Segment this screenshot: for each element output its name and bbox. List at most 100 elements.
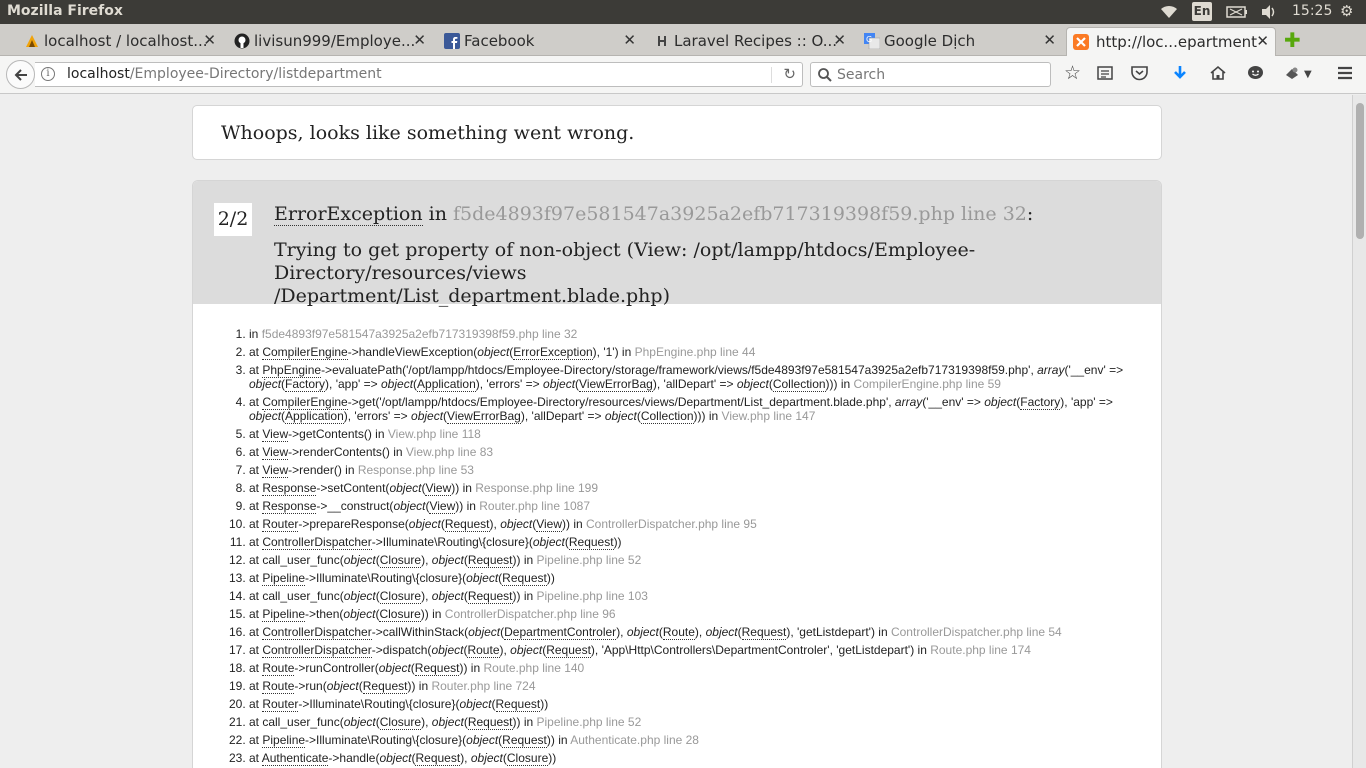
volume-icon[interactable] bbox=[1260, 4, 1278, 20]
trace-class-name[interactable]: Closure bbox=[506, 751, 549, 766]
trace-class-name[interactable]: Request bbox=[495, 697, 541, 712]
scrollbar-thumb[interactable] bbox=[1356, 103, 1364, 239]
trace-class-name[interactable]: Factory bbox=[1020, 395, 1061, 410]
clock[interactable]: 15:25 bbox=[1292, 3, 1332, 19]
trace-class-name[interactable]: Collection bbox=[640, 409, 694, 424]
trace-class-name[interactable]: Route bbox=[262, 679, 295, 694]
trace-class-name[interactable]: Closure bbox=[379, 715, 422, 730]
trace-class-name[interactable]: ControllerDispatcher bbox=[262, 625, 372, 640]
trace-class-name[interactable]: Closure bbox=[379, 553, 422, 568]
trace-class-name[interactable]: Response bbox=[262, 499, 317, 514]
trace-class-name[interactable]: Pipeline bbox=[262, 571, 306, 586]
keyboard-layout-indicator[interactable]: En bbox=[1192, 2, 1212, 21]
trace-class-name[interactable]: Closure bbox=[379, 607, 421, 622]
tab-close-icon[interactable]: ✕ bbox=[623, 31, 636, 49]
tab-close-icon[interactable]: ✕ bbox=[203, 31, 216, 49]
trace-class-name[interactable]: Request bbox=[415, 751, 461, 766]
trace-class-name[interactable]: View bbox=[429, 499, 456, 514]
trace-class-name[interactable]: Router bbox=[262, 517, 299, 532]
trace-class-name[interactable]: Request bbox=[568, 535, 614, 550]
trace-text: ->run( bbox=[294, 679, 327, 693]
tab-github[interactable]: livisun999/Employe... ✕ bbox=[230, 27, 432, 56]
trace-class-name[interactable]: Pipeline bbox=[262, 733, 306, 748]
home-icon[interactable] bbox=[1210, 65, 1226, 81]
trace-class-name[interactable]: Request bbox=[502, 733, 547, 748]
trace-class-name[interactable]: Request bbox=[467, 715, 513, 730]
stack-trace-item: in f5de4893f97e581547a3925a2efb717319398… bbox=[249, 327, 1129, 341]
trace-class-name[interactable]: CompilerEngine bbox=[262, 345, 348, 360]
tab-close-icon[interactable]: ✕ bbox=[833, 31, 846, 49]
trace-class-name[interactable]: Response bbox=[262, 481, 317, 496]
tab-close-icon[interactable]: ✕ bbox=[1256, 32, 1269, 50]
system-settings-icon[interactable]: ⚙ bbox=[1340, 2, 1353, 20]
reload-icon[interactable]: ↻ bbox=[783, 65, 796, 83]
trace-class-name[interactable]: Collection bbox=[772, 377, 826, 392]
hamburger-menu-icon[interactable] bbox=[1337, 65, 1353, 81]
trace-class-name[interactable]: View bbox=[425, 481, 452, 496]
trace-class-name[interactable]: Factory bbox=[285, 377, 326, 392]
stack-trace-item: at Pipeline->then(object(Closure)) in Co… bbox=[249, 607, 1129, 622]
trace-class-name[interactable]: DepartmentControler bbox=[504, 625, 617, 640]
trace-class-name[interactable]: Request bbox=[467, 553, 513, 568]
new-tab-icon[interactable]: ✚ bbox=[1284, 28, 1301, 52]
wifi-icon[interactable] bbox=[1160, 4, 1178, 20]
trace-class-name[interactable]: CompilerEngine bbox=[262, 395, 348, 410]
trace-class-name[interactable]: Request bbox=[414, 661, 460, 676]
tab-facebook[interactable]: Facebook ✕ bbox=[440, 27, 642, 56]
trace-text: ->dispatch( bbox=[371, 643, 432, 657]
tab-laravel-recipes[interactable]: Laravel Recipes :: O... ✕ bbox=[650, 27, 852, 56]
page-scrollbar[interactable] bbox=[1352, 95, 1366, 768]
trace-class-name[interactable]: Request bbox=[362, 679, 408, 694]
exception-class[interactable]: ErrorException bbox=[274, 203, 423, 226]
trace-class-name[interactable]: Request bbox=[546, 643, 591, 658]
tab-google-translate[interactable]: G Google Dịch ✕ bbox=[860, 27, 1062, 56]
hello-chat-icon[interactable] bbox=[1247, 65, 1264, 81]
tab-close-icon[interactable]: ✕ bbox=[413, 31, 426, 49]
trace-class-name[interactable]: Closure bbox=[379, 589, 422, 604]
trace-class-name[interactable]: ViewErrorBag bbox=[447, 409, 521, 424]
site-info-icon[interactable]: i bbox=[41, 67, 55, 81]
trace-class-name[interactable]: View bbox=[536, 517, 563, 532]
reading-list-icon[interactable] bbox=[1097, 65, 1113, 81]
search-input[interactable] bbox=[837, 66, 1037, 84]
trace-class-name[interactable]: Route bbox=[467, 643, 500, 658]
tab-current-page[interactable]: http://loc...epartment ✕ bbox=[1066, 27, 1276, 56]
battery-icon[interactable] bbox=[1226, 6, 1248, 18]
bookmark-star-icon[interactable]: ☆ bbox=[1064, 62, 1081, 84]
trace-class-name[interactable]: ControllerDispatcher bbox=[262, 643, 372, 658]
search-icon bbox=[818, 68, 832, 82]
trace-class-name[interactable]: View bbox=[262, 463, 289, 478]
extension-dropdown-icon[interactable]: ▼ bbox=[1304, 69, 1312, 80]
url-text[interactable]: localhost/Employee-Directory/listdepartm… bbox=[67, 66, 382, 82]
trace-class-name[interactable]: Request bbox=[467, 589, 513, 604]
extension-icon[interactable] bbox=[1284, 65, 1300, 81]
downloads-icon[interactable] bbox=[1172, 65, 1188, 81]
trace-class-name[interactable]: View bbox=[262, 427, 289, 442]
trace-text: ), bbox=[616, 625, 627, 639]
trace-class-name[interactable]: Request bbox=[444, 517, 490, 532]
search-box[interactable] bbox=[810, 62, 1051, 87]
tab-close-icon[interactable]: ✕ bbox=[1043, 31, 1056, 49]
trace-class-name[interactable]: Route bbox=[662, 625, 695, 640]
trace-class-name[interactable]: ControllerDispatcher bbox=[262, 535, 372, 550]
trace-text: at bbox=[249, 697, 263, 711]
exception-counter: 2/2 bbox=[214, 203, 252, 236]
exception-in-word: in bbox=[422, 203, 453, 225]
trace-class-name[interactable]: Application bbox=[285, 409, 344, 424]
trace-class-name[interactable]: View bbox=[262, 445, 289, 460]
url-bar[interactable]: i localhost/Employee-Directory/listdepar… bbox=[35, 62, 803, 87]
pocket-icon[interactable] bbox=[1131, 65, 1148, 81]
trace-class-name[interactable]: Authenticate bbox=[261, 751, 329, 766]
trace-text: ->renderContents() in bbox=[288, 445, 406, 459]
trace-class-name[interactable]: Router bbox=[262, 697, 299, 712]
back-button[interactable] bbox=[6, 60, 35, 89]
trace-class-name[interactable]: ViewErrorBag bbox=[579, 377, 653, 392]
trace-class-name[interactable]: Route bbox=[262, 661, 295, 676]
trace-class-name[interactable]: Pipeline bbox=[262, 607, 306, 622]
trace-class-name[interactable]: Request bbox=[502, 571, 547, 586]
trace-class-name[interactable]: ErrorException bbox=[513, 345, 593, 360]
trace-class-name[interactable]: PhpEngine bbox=[262, 363, 322, 378]
trace-class-name[interactable]: Application bbox=[417, 377, 476, 392]
trace-class-name[interactable]: Request bbox=[741, 625, 787, 640]
tab-phpmyadmin[interactable]: localhost / localhost... ✕ bbox=[20, 27, 222, 56]
